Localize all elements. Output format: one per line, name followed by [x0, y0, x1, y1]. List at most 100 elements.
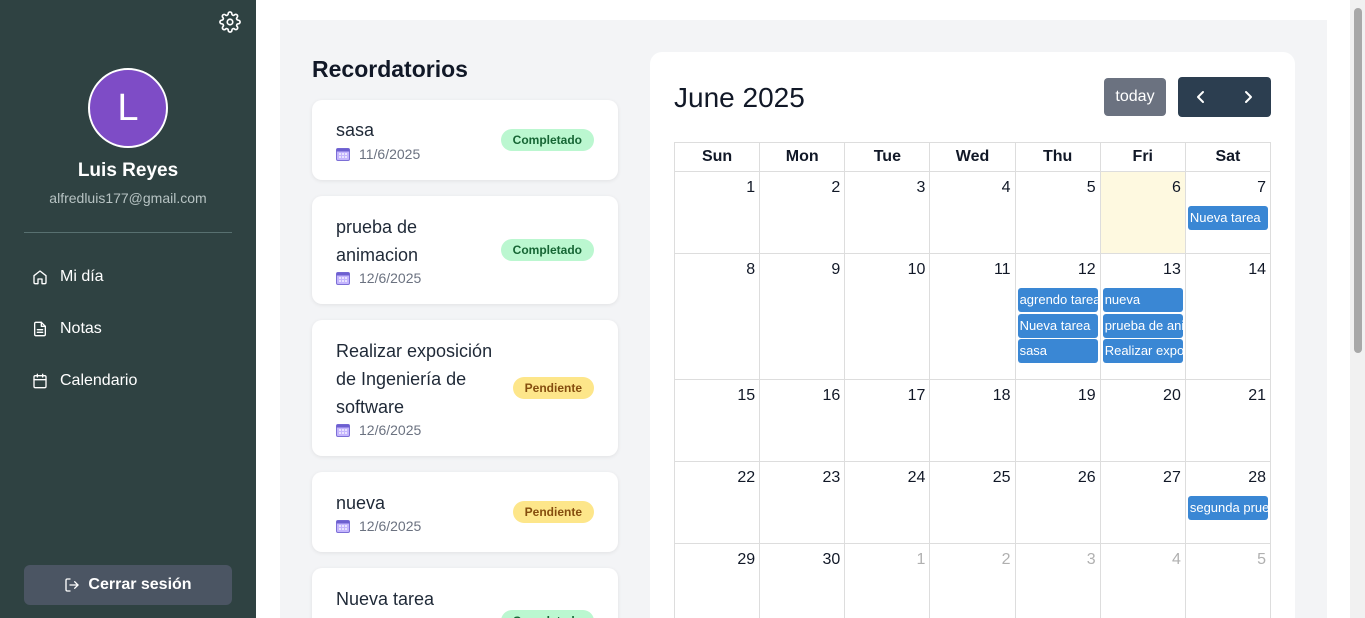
- calendar-day[interactable]: 13 nuevaprueba de animacionRealizar expos…: [1100, 254, 1186, 380]
- calendar-day[interactable]: 21: [1185, 380, 1271, 462]
- reminder-card[interactable]: prueba de animacion 12/6/2025 Completado: [312, 196, 618, 304]
- calendar-day[interactable]: 25: [930, 462, 1016, 544]
- calendar-day[interactable]: 12 agrendo tarea Nueva tarea sasa: [1015, 254, 1101, 380]
- calendar-icon: [336, 271, 350, 285]
- calendar-day[interactable]: 10: [845, 254, 931, 380]
- day-number: 2: [1001, 551, 1011, 568]
- calendar-day[interactable]: 6: [1100, 172, 1186, 254]
- calendar-day[interactable]: 26: [1015, 462, 1101, 544]
- calendar-day[interactable]: 28 segunda prueba: [1185, 462, 1271, 544]
- calendar-icon: [32, 373, 48, 389]
- nav-item-label: Mi día: [60, 268, 104, 285]
- weekday-header-cell: Sat: [1185, 143, 1271, 172]
- avatar: L: [88, 68, 168, 148]
- calendar-day[interactable]: 8: [675, 254, 761, 380]
- day-events: segunda prueba: [1187, 496, 1268, 522]
- calendar-event[interactable]: Nueva tarea: [1187, 206, 1268, 230]
- day-number: 12: [1077, 261, 1096, 278]
- calendar-event[interactable]: Nueva tarea: [1017, 313, 1098, 338]
- settings-gear-icon[interactable]: [219, 11, 241, 33]
- calendar-event[interactable]: sasa: [1017, 339, 1098, 363]
- user-email: alfredluis177@gmail.com: [49, 190, 207, 206]
- calendar-day[interactable]: 20: [1100, 380, 1186, 462]
- prev-month-button[interactable]: [1178, 77, 1225, 117]
- next-month-button[interactable]: [1225, 77, 1272, 117]
- page-scrollbar[interactable]: [1350, 0, 1365, 618]
- user-name: Luis Reyes: [77, 160, 179, 181]
- nav-item-notas[interactable]: Notas: [24, 311, 232, 347]
- day-number: 10: [907, 261, 926, 278]
- day-number: 22: [737, 469, 756, 486]
- calendar-day[interactable]: 23: [760, 462, 846, 544]
- calendar-event[interactable]: nueva: [1102, 288, 1183, 312]
- reminder-title: nueva: [336, 493, 386, 513]
- calendar-day[interactable]: 29: [675, 544, 761, 618]
- calendar-icon: [336, 423, 350, 437]
- weekday-header-cell: Sun: [675, 143, 761, 172]
- calendar-day[interactable]: 5: [1015, 172, 1101, 254]
- reminder-card[interactable]: sasa 11/6/2025 Completado: [312, 100, 618, 180]
- day-number: 14: [1248, 261, 1266, 278]
- day-number: 18: [992, 387, 1011, 404]
- calendar-event[interactable]: Realizar exposición de Ingeniería de sof…: [1102, 339, 1183, 363]
- nav-item-label: Notas: [60, 320, 102, 337]
- reminder-title: prueba de animacion: [336, 217, 419, 265]
- calendar-event[interactable]: segunda prueba: [1187, 496, 1268, 520]
- weekday-header-cell: Thu: [1015, 143, 1101, 172]
- reminder-title: Nueva tarea: [336, 589, 435, 609]
- day-number: 21: [1248, 387, 1266, 404]
- nav-item-mi-dia[interactable]: Mi día: [24, 259, 232, 295]
- calendar-day[interactable]: 1: [845, 544, 931, 618]
- calendar-day[interactable]: 19: [1015, 380, 1101, 462]
- day-number: 28: [1248, 469, 1266, 486]
- calendar-day[interactable]: 4: [930, 172, 1016, 254]
- calendar-day[interactable]: 1: [675, 172, 761, 254]
- calendar-day[interactable]: 17: [845, 380, 931, 462]
- calendar-day[interactable]: 7 Nueva tarea: [1185, 172, 1271, 254]
- reminder-card[interactable]: nueva 12/6/2025 Pendiente: [312, 472, 618, 552]
- reminders-title: Recordatorios: [312, 56, 468, 82]
- reminder-card[interactable]: Realizar exposición de Ingeniería de sof…: [312, 320, 618, 456]
- calendar-event[interactable]: agrendo tarea: [1017, 288, 1098, 312]
- calendar-day[interactable]: 24: [845, 462, 931, 544]
- day-number: 27: [1163, 469, 1181, 486]
- calendar-day[interactable]: 4: [1101, 544, 1186, 618]
- calendar-day[interactable]: 27: [1100, 462, 1186, 544]
- day-number: 2: [831, 179, 841, 196]
- day-number: 5: [1086, 179, 1096, 196]
- calendar-day[interactable]: 5: [1186, 544, 1271, 618]
- calendar-day[interactable]: 3: [845, 172, 931, 254]
- day-number: 3: [1086, 551, 1096, 568]
- today-button[interactable]: today: [1104, 78, 1166, 116]
- reminder-title: Realizar exposición de Ingeniería de sof…: [336, 341, 493, 417]
- nav-item-calendario[interactable]: Calendario: [24, 363, 232, 399]
- logout-button[interactable]: Cerrar sesión: [24, 565, 232, 605]
- calendar-day[interactable]: 9: [760, 254, 846, 380]
- reminder-date: 12/6/2025: [336, 422, 421, 438]
- sidebar-divider: [24, 232, 232, 233]
- calendar-nav-group: [1178, 77, 1271, 117]
- day-number: 24: [907, 469, 926, 486]
- calendar-day[interactable]: 3: [1016, 544, 1101, 618]
- weekday-header-cell: Mon: [760, 143, 846, 172]
- reminder-card[interactable]: Nueva tarea Completado: [312, 568, 618, 618]
- day-number: 5: [1257, 551, 1266, 568]
- scrollbar-thumb[interactable]: [1354, 8, 1362, 353]
- status-badge: Pendiente: [512, 377, 594, 399]
- calendar-title: June 2025: [674, 82, 805, 113]
- calendar-day[interactable]: 30: [760, 544, 846, 618]
- calendar-day[interactable]: 2: [930, 544, 1016, 618]
- calendar-week: 22 23 24 25 26 27 28 segunda prueba: [674, 462, 1271, 544]
- calendar-day[interactable]: 11: [930, 254, 1016, 380]
- calendar-day[interactable]: 18: [930, 380, 1016, 462]
- calendar-day[interactable]: 14: [1185, 254, 1271, 380]
- calendar-day[interactable]: 22: [675, 462, 761, 544]
- status-badge: Completado: [500, 239, 594, 261]
- calendar-day[interactable]: 16: [760, 380, 846, 462]
- day-number: 20: [1163, 387, 1181, 404]
- calendar-day[interactable]: 2: [760, 172, 846, 254]
- calendar-day[interactable]: 15: [675, 380, 761, 462]
- calendar-event[interactable]: prueba de animacion: [1102, 313, 1183, 338]
- day-number: 1: [746, 179, 756, 196]
- calendar-week: 29 30 1 2 3 4 5: [674, 544, 1271, 618]
